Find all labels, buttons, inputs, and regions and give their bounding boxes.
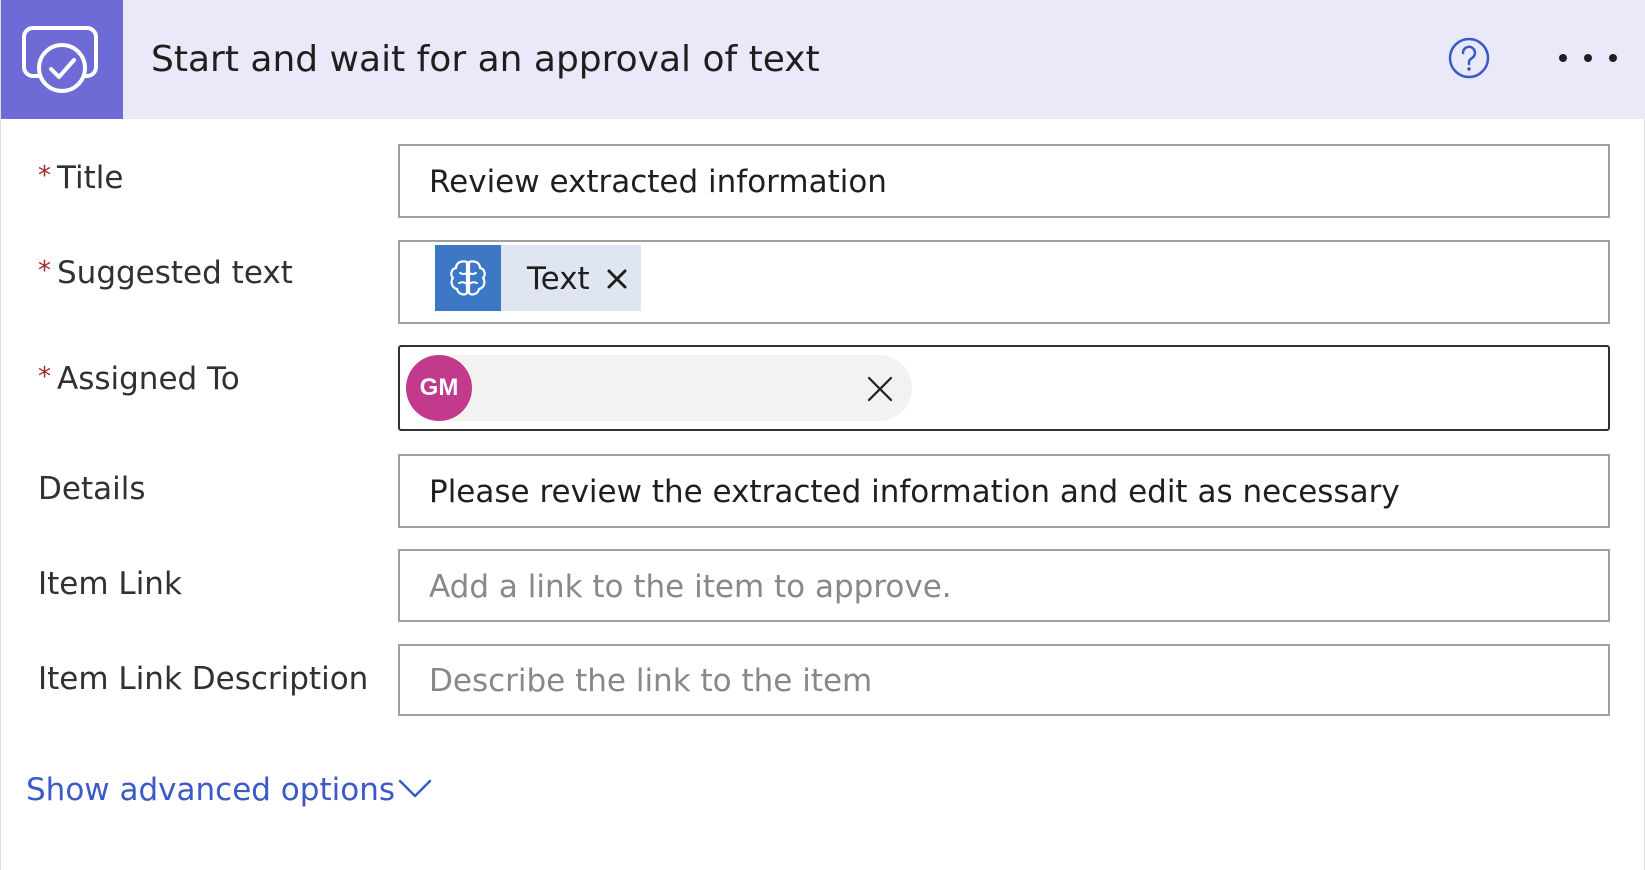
title-input[interactable]: Review extracted information — [398, 144, 1610, 218]
avatar: GM — [406, 355, 472, 421]
details-input[interactable]: Please review the extracted information … — [398, 454, 1610, 528]
required-mark: * — [38, 362, 51, 392]
approval-icon — [1, 0, 123, 119]
title-label: * Title — [38, 160, 124, 196]
suggested-text-label: * Suggested text — [38, 255, 293, 291]
details-label: Details — [38, 471, 146, 507]
suggested-text-input[interactable]: Text — [398, 240, 1610, 324]
assigned-to-label: * Assigned To — [38, 361, 240, 397]
item-link-description-input[interactable]: Describe the link to the item — [398, 644, 1610, 716]
action-title: Start and wait for an approval of text — [151, 39, 820, 80]
details-value: Please review the extracted information … — [429, 474, 1400, 510]
show-advanced-options-link[interactable]: Show advanced options — [26, 770, 395, 810]
persona-pill[interactable]: GM — [406, 355, 912, 421]
item-link-placeholder: Add a link to the item to approve. — [429, 569, 952, 605]
assigned-to-input[interactable]: GM — [398, 345, 1610, 431]
item-link-label: Item Link — [38, 566, 182, 602]
dynamic-content-token[interactable]: Text — [435, 245, 641, 311]
more-icon[interactable] — [1557, 50, 1619, 66]
close-icon[interactable] — [866, 375, 894, 403]
token-label: Text — [527, 261, 590, 297]
close-icon[interactable] — [605, 267, 629, 291]
required-mark: * — [38, 161, 51, 191]
item-link-description-placeholder: Describe the link to the item — [429, 663, 873, 699]
action-header[interactable]: Start and wait for an approval of text — [1, 0, 1645, 119]
item-link-input[interactable]: Add a link to the item to approve. — [398, 549, 1610, 622]
chevron-down-icon[interactable] — [397, 776, 433, 802]
approval-action-card: Start and wait for an approval of text *… — [0, 0, 1645, 870]
help-icon[interactable] — [1447, 36, 1491, 80]
required-mark: * — [38, 256, 51, 286]
ai-brain-icon — [435, 245, 501, 311]
title-value: Review extracted information — [429, 164, 887, 200]
item-link-description-label: Item Link Description — [38, 661, 369, 697]
